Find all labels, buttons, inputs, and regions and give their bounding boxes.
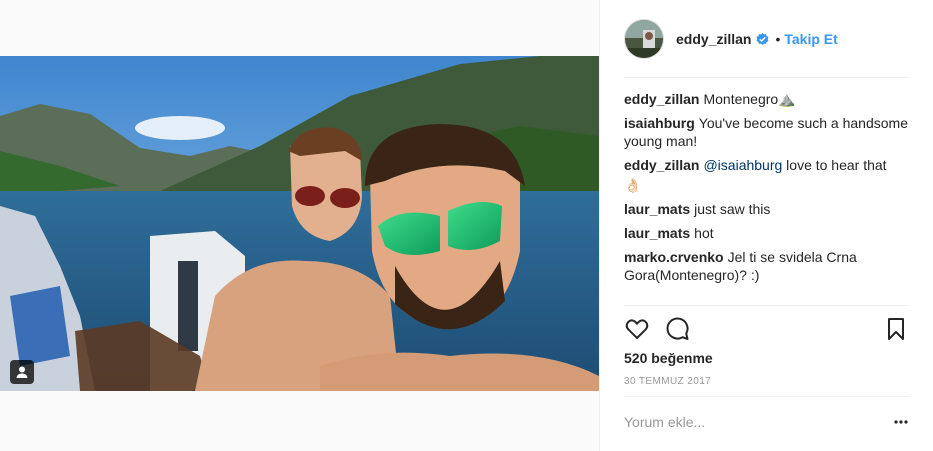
comment-button[interactable] bbox=[664, 316, 690, 342]
comment-emoji: 👌🏻 bbox=[624, 177, 642, 193]
follow-button[interactable]: Takip Et bbox=[784, 31, 837, 47]
comment-item: laur_mats just saw this bbox=[624, 200, 909, 218]
verified-badge-icon bbox=[756, 32, 769, 46]
header-separator: • bbox=[775, 31, 781, 47]
save-button[interactable] bbox=[883, 316, 909, 342]
action-bar bbox=[624, 316, 909, 344]
more-options-button[interactable] bbox=[893, 414, 909, 430]
header-divider bbox=[624, 77, 909, 78]
comment-divider bbox=[624, 396, 909, 397]
like-button[interactable] bbox=[624, 316, 650, 342]
comment-username[interactable]: isaiahburg bbox=[624, 115, 695, 131]
comment-bubble-icon bbox=[666, 317, 689, 340]
bookmark-icon bbox=[888, 318, 904, 340]
comment-text: love to hear that bbox=[786, 157, 887, 173]
user-tag-button[interactable] bbox=[10, 360, 34, 384]
comment-username[interactable]: laur_mats bbox=[624, 225, 690, 241]
user-tag-icon bbox=[16, 366, 28, 378]
comment-username[interactable]: marko.crvenko bbox=[624, 249, 724, 265]
caption: eddy_zillan Montenegro⛰️ bbox=[624, 90, 909, 108]
comment-text: just saw this bbox=[694, 201, 771, 217]
heart-icon bbox=[625, 319, 649, 339]
comment-item: isaiahburg You've become such a handsome … bbox=[624, 114, 909, 150]
actions-divider bbox=[624, 305, 909, 306]
post-header: eddy_zillan • Takip Et bbox=[600, 0, 933, 78]
post-photo-illustration bbox=[0, 56, 599, 391]
more-options-icon bbox=[894, 420, 908, 424]
comments-list: eddy_zillan Montenegro⛰️ isaiahburg You've… bbox=[624, 90, 909, 290]
post-photo[interactable] bbox=[0, 56, 599, 391]
media-pane bbox=[0, 0, 599, 451]
post-author-username[interactable]: eddy_zillan bbox=[676, 31, 751, 47]
comment-text: Montenegro⛰️ bbox=[703, 91, 796, 107]
comment-input[interactable] bbox=[624, 408, 874, 436]
comment-item: marko.crvenko Jel ti se svidela Crna Gora… bbox=[624, 248, 909, 284]
comment-username[interactable]: laur_mats bbox=[624, 201, 690, 217]
comment-item: laur_mats hot bbox=[624, 224, 909, 242]
post-date[interactable]: 30 TEMMUZ 2017 bbox=[624, 376, 711, 387]
comment-mention[interactable]: @isaiahburg bbox=[703, 157, 782, 173]
comment-item: eddy_zillan @isaiahburg love to hear that… bbox=[624, 156, 909, 194]
like-count[interactable]: 520 beğenme bbox=[624, 350, 713, 366]
comment-text: hot bbox=[694, 225, 714, 241]
comment-username[interactable]: eddy_zillan bbox=[624, 91, 699, 107]
avatar[interactable] bbox=[624, 19, 664, 59]
post-sidebar: eddy_zillan • Takip Et eddy_zillan Monten… bbox=[599, 0, 933, 451]
comment-username[interactable]: eddy_zillan bbox=[624, 157, 699, 173]
avatar-image bbox=[625, 20, 663, 58]
